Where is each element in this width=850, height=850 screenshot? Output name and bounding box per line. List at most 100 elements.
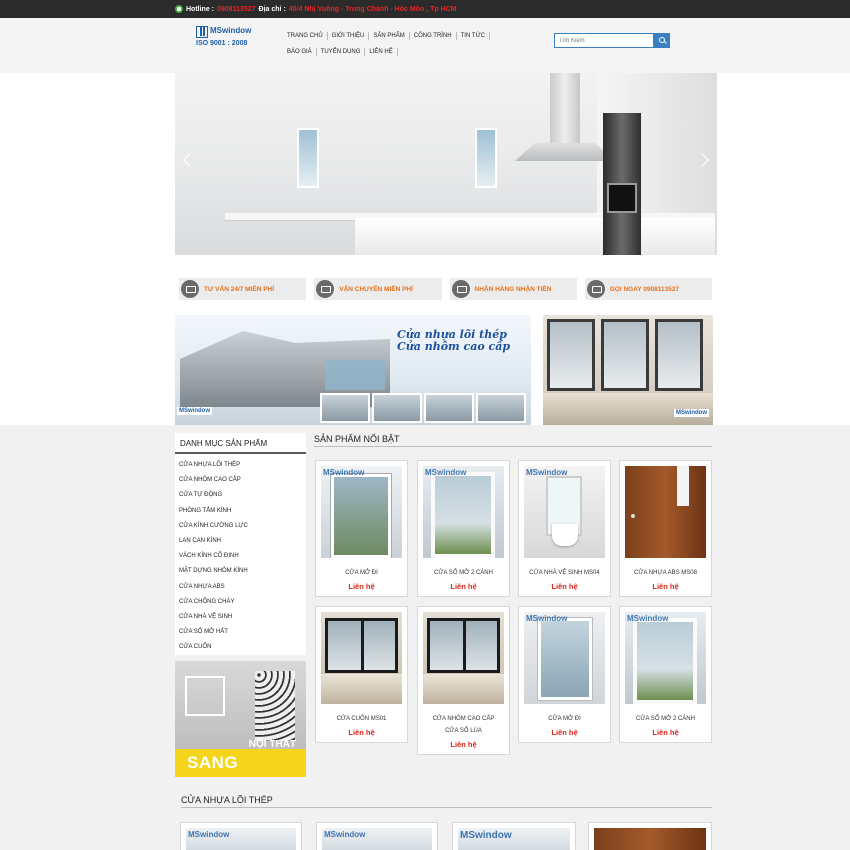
product-name[interactable]: CỬA SỔ MỞ 2 CÁNH	[620, 713, 711, 725]
hero-slider	[175, 73, 717, 255]
product-card[interactable]: CỬA CUỐN MS01 Liên hệ	[315, 606, 408, 743]
sidebar-item[interactable]: CỬA NHỰA LÕI THÉP	[175, 458, 306, 473]
address-label: Địa chỉ :	[258, 5, 286, 13]
sidebar-item[interactable]: CỬA SỔ MỞ HẤT	[175, 625, 306, 640]
product-card[interactable]: MSwindow	[316, 822, 438, 850]
product-image[interactable]	[423, 612, 504, 704]
main-nav: TRANG CHỦ GIỚI THIỆU SẢN PHẨM CÔNG TRÌNH…	[283, 32, 523, 56]
product-name-line1[interactable]: CỬA NHÔM CAO CẤP	[418, 713, 509, 725]
product-card[interactable]: MSwindow	[452, 822, 576, 850]
product-image[interactable]: MSwindow	[524, 466, 605, 558]
ad-shelf-image	[185, 676, 225, 716]
product-image[interactable]	[594, 828, 706, 850]
product-card[interactable]: MSwindow CỬA MỞ ĐI Liên hệ	[315, 460, 408, 597]
product-name[interactable]: CỬA NHỰA ABS MS08	[620, 567, 711, 579]
product-watermark: MSwindow	[188, 830, 230, 839]
product-price: Liên hệ	[551, 728, 578, 737]
nav-item-projects[interactable]: CÔNG TRÌNH	[410, 32, 457, 40]
product-image[interactable]: MSwindow	[458, 828, 570, 850]
service-consulting: TƯ VẤN 24/7 MIỄN PHÍ	[179, 278, 307, 300]
promo-banner-left[interactable]: Cửa nhựa lõi thép Cửa nhôm cao cấp MSwin…	[175, 315, 531, 425]
top-bar: Hotline : 0908113527 Địa chỉ : 45/4 Nhị …	[0, 0, 850, 18]
product-card[interactable]: MSwindow	[180, 822, 302, 850]
product-card[interactable]: MSwindow CỬA NHÀ VỆ SINH MS04 Liên hệ	[518, 460, 611, 597]
banner-window-frame	[601, 319, 649, 391]
service-cod: NHẬN HÀNG NHẬN TIỀN	[449, 278, 577, 300]
sidebar-item[interactable]: CỬA NHÔM CAO CẤP	[175, 473, 306, 488]
category-sidebar: DANH MỤC SẢN PHẨM CỬA NHỰA LÕI THÉP CỬA …	[175, 433, 306, 655]
banner-thumb	[424, 393, 474, 423]
product-image[interactable]	[625, 466, 706, 558]
money-bag-icon	[451, 280, 470, 298]
sidebar-title: DANH MỤC SẢN PHẨM	[175, 433, 306, 454]
sidebar-item[interactable]: CỬA NHÀ VỆ SINH	[175, 610, 306, 625]
address-value: 45/4 Nhị Vuông - Trung Chánh - Hóc Môn ,…	[288, 5, 457, 13]
product-name[interactable]: CỬA NHÀ VỆ SINH MS04	[519, 567, 610, 579]
banner-window-frame	[655, 319, 703, 391]
product-name-line2[interactable]: CỬA SỔ LÙA	[418, 725, 509, 737]
slider-image-hood	[550, 73, 580, 143]
service-label: TƯ VẤN 24/7 MIỄN PHÍ	[204, 285, 275, 293]
banner-slogan: Cửa nhựa lõi thép Cửa nhôm cao cấp	[397, 329, 510, 353]
featured-title: SẢN PHẨM NỔI BẬT	[314, 434, 400, 444]
product-card[interactable]: CỬA NHỰA ABS MS08 Liên hệ	[619, 460, 712, 597]
nav-item-home[interactable]: TRANG CHỦ	[283, 32, 328, 40]
phone-icon	[175, 5, 183, 13]
slider-prev-icon[interactable]	[182, 152, 198, 168]
nav-item-quote[interactable]: BÁO GIÁ	[283, 48, 317, 56]
search-input[interactable]	[554, 33, 654, 48]
product-name[interactable]: CỬA MỞ ĐI	[316, 567, 407, 579]
sidebar-item[interactable]: VÁCH KÍNH CỐ ĐỊNH	[175, 549, 306, 564]
product-image[interactable]: MSwindow	[625, 612, 706, 704]
nav-item-about[interactable]: GIỚI THIỆU	[328, 32, 370, 40]
nav-item-news[interactable]: TIN TỨC	[457, 32, 490, 40]
product-price: Liên hệ	[348, 582, 375, 591]
sidebar-ad-banner[interactable]: NỘI THẤT SANG TRỌNG	[175, 661, 306, 777]
banner-thumb	[372, 393, 422, 423]
search-box	[554, 33, 670, 48]
product-image[interactable]: MSwindow	[524, 612, 605, 704]
sidebar-item[interactable]: PHÒNG TẮM KÍNH	[175, 504, 306, 519]
product-card[interactable]: MSwindow CỬA SỔ MỞ 2 CÁNH Liên hệ	[417, 460, 510, 597]
search-icon[interactable]	[654, 33, 670, 48]
product-image[interactable]: MSwindow	[322, 828, 432, 850]
promo-banner-right[interactable]: MSwindow	[543, 315, 713, 425]
product-image[interactable]: MSwindow	[423, 466, 504, 558]
product-name[interactable]: CỬA CUỐN MS01	[316, 713, 407, 725]
product-image[interactable]	[321, 612, 402, 704]
product-card[interactable]: MSwindow CỬA MỞ ĐI Liên hệ	[518, 606, 611, 743]
product-image[interactable]: MSwindow	[321, 466, 402, 558]
sidebar-item[interactable]: CỬA CUỐN	[175, 640, 306, 655]
sidebar-item[interactable]: CỬA CHỐNG CHÁY	[175, 595, 306, 610]
banner-glass-image	[325, 360, 385, 390]
product-name[interactable]: CỬA MỞ ĐI	[519, 713, 610, 725]
product-card[interactable]: CỬA NHÔM CAO CẤP CỬA SỔ LÙA Liên hệ	[417, 606, 510, 755]
sidebar-item[interactable]: MẶT DỰNG NHÔM KÍNH	[175, 564, 306, 579]
product-card[interactable]: MSwindow CỬA SỔ MỞ 2 CÁNH Liên hệ	[619, 606, 712, 743]
product-watermark: MSwindow	[627, 614, 669, 623]
product-card[interactable]	[588, 822, 712, 850]
slider-image-oven	[607, 183, 637, 213]
sidebar-item[interactable]: CỬA KÍNH CƯỜNG LỰC	[175, 519, 306, 534]
site-logo[interactable]: MSwindow ISO 9001 : 2008	[196, 26, 266, 52]
product-price: Liên hệ	[348, 728, 375, 737]
product-watermark: MSwindow	[323, 468, 365, 477]
phone-icon	[586, 280, 605, 298]
banner-logo: MSwindow	[177, 407, 212, 415]
ad-pattern-image	[255, 671, 295, 741]
product-name[interactable]: CỬA SỔ MỞ 2 CÁNH	[418, 567, 509, 579]
nav-item-products[interactable]: SẢN PHẨM	[369, 32, 410, 40]
banner-slogan-line2: Cửa nhôm cao cấp	[397, 340, 511, 353]
banner-logo: MSwindow	[674, 409, 709, 417]
sidebar-item[interactable]: LAN CAN KÍNH	[175, 534, 306, 549]
product-image[interactable]: MSwindow	[186, 828, 296, 850]
nav-item-careers[interactable]: TUYỂN DỤNG	[317, 48, 366, 56]
logo-brand: MSwindow	[210, 26, 252, 35]
sidebar-item[interactable]: CỬA TỰ ĐỘNG	[175, 488, 306, 503]
product-price: Liên hệ	[450, 582, 477, 591]
hotline-number[interactable]: 0908113527	[217, 6, 256, 13]
sidebar-item[interactable]: CỬA NHỰA ABS	[175, 580, 306, 595]
category-list: CỬA NHỰA LÕI THÉP CỬA NHÔM CAO CẤP CỬA T…	[175, 454, 306, 655]
service-call[interactable]: GỌI NGAY 0908113527	[584, 278, 712, 300]
nav-item-contact[interactable]: LIÊN HỆ	[365, 48, 398, 56]
